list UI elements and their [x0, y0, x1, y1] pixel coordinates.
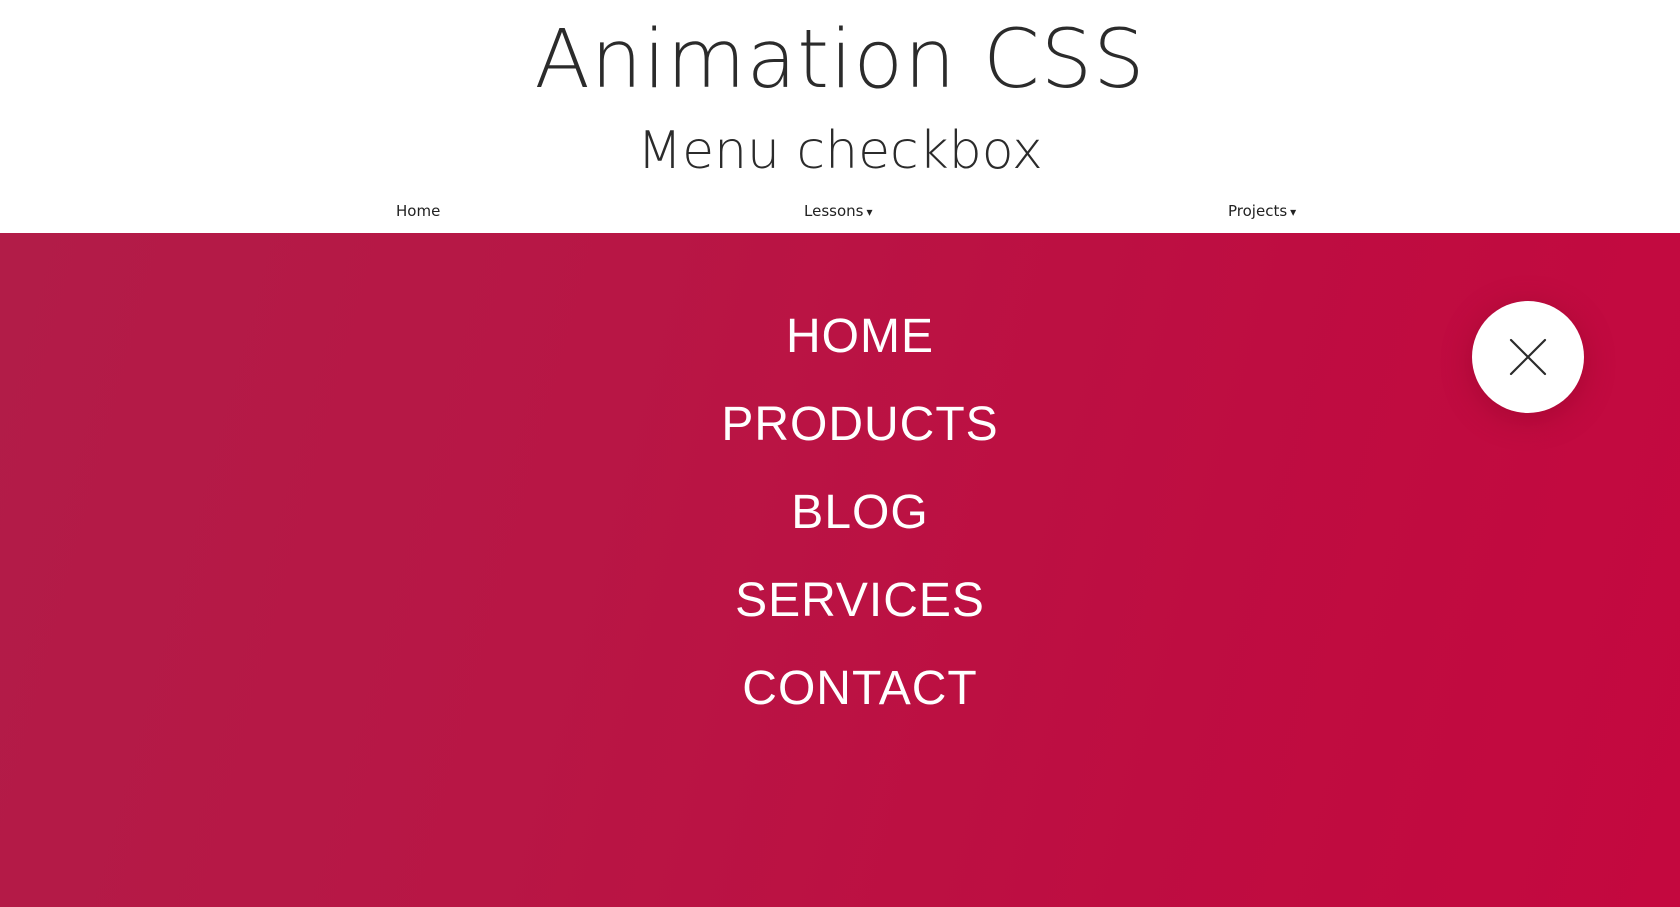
nav-item-projects[interactable]: Projects ▾ [1228, 198, 1296, 225]
nav-item-label: Projects [1228, 202, 1288, 220]
menu-item-home[interactable]: HOME [0, 293, 1680, 381]
nav-item-lessons[interactable]: Lessons ▾ [804, 198, 872, 225]
menu-item-services[interactable]: SERVICES [0, 557, 1680, 645]
menu-item-contact[interactable]: CONTACT [0, 645, 1680, 733]
close-icon [1509, 338, 1547, 376]
page-title: Animation CSS [534, 13, 1146, 107]
site-header: Animation CSS Menu checkbox Home Lessons… [0, 0, 1680, 233]
close-menu-button[interactable] [1472, 301, 1584, 413]
overlay-menu-list: HOME PRODUCTS BLOG SERVICES CONTACT [0, 293, 1680, 733]
nav-item-home[interactable]: Home [396, 198, 440, 224]
caret-down-icon: ▾ [1290, 205, 1297, 219]
top-navigation: Home Lessons ▾ Projects ▾ [0, 198, 1680, 224]
menu-item-blog[interactable]: BLOG [0, 469, 1680, 557]
menu-overlay: HOME PRODUCTS BLOG SERVICES CONTACT [0, 233, 1680, 907]
menu-item-products[interactable]: PRODUCTS [0, 381, 1680, 469]
nav-item-label: Lessons [804, 202, 864, 220]
page-subtitle: Menu checkbox [637, 121, 1043, 181]
nav-item-label: Home [396, 202, 441, 220]
caret-down-icon: ▾ [866, 205, 873, 219]
